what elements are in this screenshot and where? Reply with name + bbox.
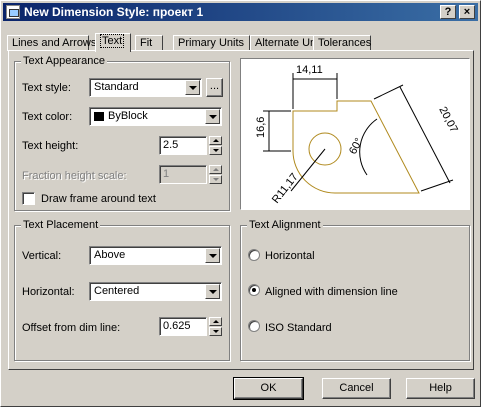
fraction-height-value: 1 xyxy=(163,168,170,180)
ok-button[interactable]: OK xyxy=(233,377,304,400)
tab-label: Text xyxy=(100,34,125,48)
tab-primary-units[interactable]: Primary Units xyxy=(173,35,250,51)
tab-text[interactable]: Text xyxy=(95,33,131,52)
stepper-up-icon xyxy=(209,165,222,174)
ext-line xyxy=(420,179,454,192)
stepper-down-icon[interactable] xyxy=(209,146,222,155)
dim-line-right xyxy=(399,86,451,184)
vertical-dropdown[interactable]: Above xyxy=(89,246,222,265)
vertical-label: Vertical: xyxy=(22,250,62,262)
text-color-label: Text color: xyxy=(22,111,73,123)
offset-input[interactable]: 0.625 xyxy=(159,317,207,336)
color-swatch xyxy=(94,112,104,121)
tab-label: Primary Units xyxy=(178,37,245,49)
stepper-down-icon xyxy=(209,175,222,184)
title-bar[interactable]: New Dimension Style: проект 1 ? × xyxy=(3,3,478,21)
help-title-button[interactable]: ? xyxy=(440,5,456,19)
text-style-label: Text style: xyxy=(22,82,71,94)
fraction-height-label: Fraction height scale: xyxy=(22,170,127,182)
text-style-dropdown[interactable]: Standard xyxy=(89,78,202,97)
tab-label: Tolerances xyxy=(318,37,372,49)
text-height-value: 2.5 xyxy=(163,139,179,151)
radius-leader xyxy=(290,148,326,192)
radio-horizontal[interactable] xyxy=(248,249,260,261)
dim-text-radius: R11,17 xyxy=(270,171,301,206)
close-button[interactable]: × xyxy=(459,5,475,19)
dimension-preview-drawing: 14,11 16,6 20,07 60° R11,17 xyxy=(255,64,460,206)
draw-frame-label[interactable]: Draw frame around text xyxy=(41,193,156,205)
dim-text-left: 16,6 xyxy=(255,117,267,138)
tab-label: Lines and Arrows xyxy=(12,37,97,49)
text-height-label: Text height: xyxy=(22,140,79,152)
horizontal-dropdown[interactable]: Centered xyxy=(89,282,222,301)
stepper-up-icon[interactable] xyxy=(209,136,222,145)
radio-iso-label[interactable]: ISO Standard xyxy=(265,322,332,334)
offset-value: 0.625 xyxy=(163,320,191,332)
offset-label: Offset from dim line: xyxy=(22,322,121,334)
group-title: Text Appearance xyxy=(21,55,107,67)
tab-lines-and-arrows[interactable]: Lines and Arrows xyxy=(7,35,96,51)
radio-iso-standard[interactable] xyxy=(248,320,260,332)
stepper-down-icon[interactable] xyxy=(209,327,222,336)
horizontal-value: Centered xyxy=(94,285,140,297)
stepper-up-icon[interactable] xyxy=(209,317,222,326)
cancel-button[interactable]: Cancel xyxy=(322,378,391,399)
preview-pane: 14,11 16,6 20,07 60° R11,17 xyxy=(240,58,470,210)
tab-label: Fit xyxy=(140,37,153,49)
text-style-value: Standard xyxy=(94,81,139,93)
text-color-dropdown[interactable]: ByBlock xyxy=(89,107,222,126)
chevron-down-icon[interactable] xyxy=(205,248,220,263)
text-height-input[interactable]: 2.5 xyxy=(159,136,207,155)
draw-frame-checkbox[interactable] xyxy=(22,192,35,205)
app-icon xyxy=(6,5,20,19)
group-title: Text Placement xyxy=(21,219,101,231)
radio-horizontal-label[interactable]: Horizontal xyxy=(265,250,315,262)
radio-aligned-label[interactable]: Aligned with dimension line xyxy=(265,286,398,298)
chevron-down-icon[interactable] xyxy=(185,80,200,95)
dim-text-top: 14,11 xyxy=(296,64,323,76)
vertical-value: Above xyxy=(94,249,126,261)
help-button[interactable]: Help xyxy=(406,378,475,399)
offset-stepper[interactable] xyxy=(209,317,222,336)
tab-tolerances[interactable]: Tolerances xyxy=(313,35,371,51)
text-style-browse-button[interactable]: ... xyxy=(206,78,223,97)
chevron-down-icon[interactable] xyxy=(205,109,220,124)
tab-fit[interactable]: Fit xyxy=(135,35,163,51)
group-title: Text Alignment xyxy=(247,219,323,231)
chevron-down-icon[interactable] xyxy=(205,284,220,299)
ext-line xyxy=(373,84,404,100)
fraction-height-stepper xyxy=(209,165,222,184)
dim-text-angle: 60° xyxy=(347,136,365,156)
radio-aligned[interactable] xyxy=(248,284,260,296)
text-color-value: ByBlock xyxy=(108,110,148,122)
text-height-stepper[interactable] xyxy=(209,136,222,155)
fraction-height-input: 1 xyxy=(159,165,207,184)
dialog-window: New Dimension Style: проект 1 ? × Lines … xyxy=(0,0,481,407)
window-title: New Dimension Style: проект 1 xyxy=(24,5,204,19)
dim-text-right: 20,07 xyxy=(436,105,460,135)
horizontal-label: Horizontal: xyxy=(22,286,75,298)
